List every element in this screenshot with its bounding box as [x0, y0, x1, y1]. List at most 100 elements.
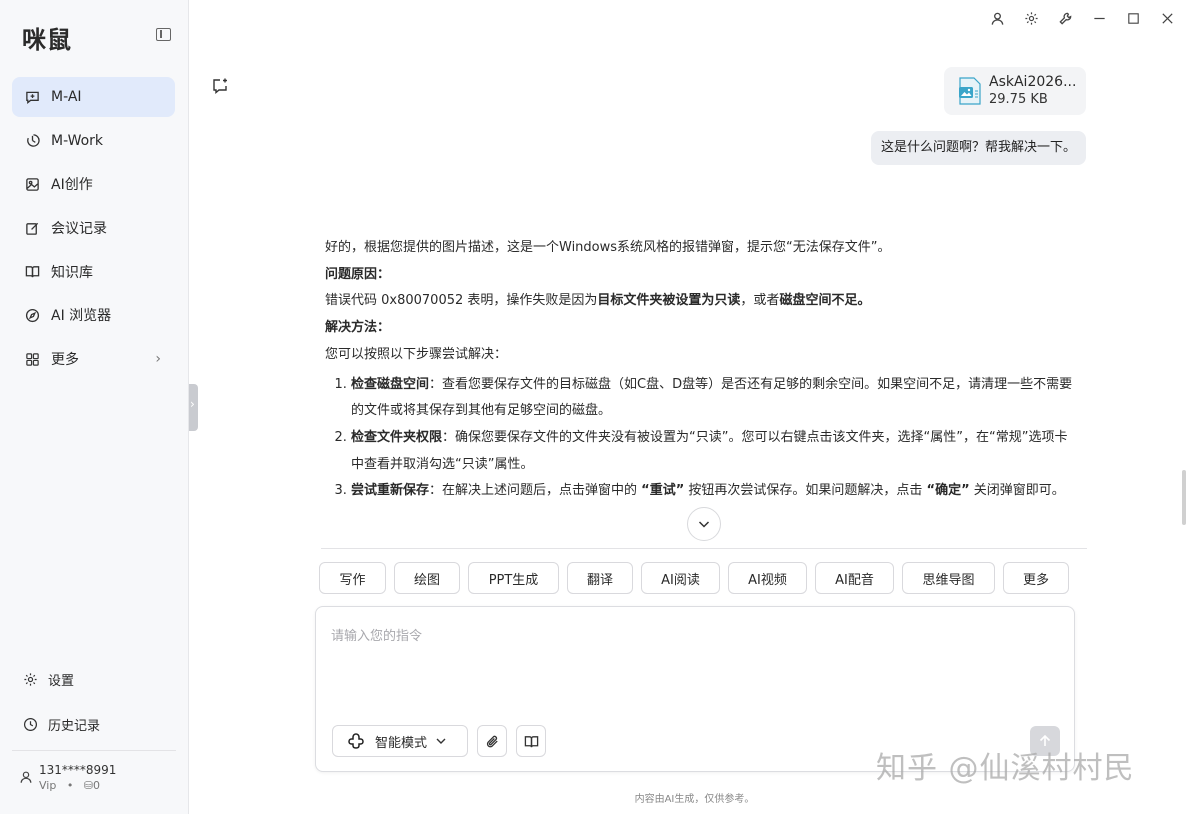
app-logo: 咪鼠: [22, 26, 72, 54]
sidebar-item-meeting[interactable]: 会议记录: [12, 208, 175, 248]
sidebar-item-label: M-Work: [51, 132, 104, 149]
step-sep: ：: [429, 483, 443, 499]
sidebar-item-label: 更多: [51, 352, 79, 369]
minimize-button[interactable]: [1082, 8, 1116, 28]
account-button[interactable]: [980, 8, 1014, 28]
image-icon: [24, 176, 40, 192]
sidebar-collapse-handle[interactable]: [189, 384, 198, 431]
sidebar-item-m-ai[interactable]: M-AI: [12, 77, 175, 117]
cause-heading: 问题原因：: [325, 266, 391, 282]
settings-button[interactable]: 设置: [12, 659, 175, 699]
book-icon: [524, 735, 538, 747]
sidebar: 咪鼠 M-AI M-Work AI创作 会议记录 知识库 AI 浏览器 更多 ›…: [0, 0, 189, 814]
sidebar-toggle-icon[interactable]: [156, 28, 171, 41]
gear-icon: [22, 671, 38, 687]
cause-bold-2: 磁盘空间不足。: [779, 293, 871, 309]
tool-ai-video[interactable]: AI视频: [728, 562, 807, 594]
attachment-size: 29.75 KB: [989, 92, 1048, 107]
step-title: 检查文件夹权限: [351, 429, 443, 445]
sidebar-item-label: 知识库: [51, 264, 93, 281]
step-text: 在解决上述问题后，点击弹窗中的: [442, 483, 642, 499]
step-item: 检查文件夹权限：确保您要保存文件的文件夹没有被设置为“只读”。您可以右键点击该文…: [351, 425, 1080, 478]
tool-drawing[interactable]: 绘图: [394, 562, 460, 594]
step-item: 尝试重新保存：在解决上述问题后，点击弹窗中的 “重试” 按钮再次尝试保存。如果问…: [351, 478, 1080, 505]
mode-label: 智能模式: [375, 735, 428, 751]
tools-button[interactable]: [1048, 8, 1082, 28]
cause-mid: ，或者: [740, 293, 780, 309]
maximize-icon: [1127, 12, 1139, 24]
step-text: 查看您要保存文件的目标磁盘（如C盘、D盘等）是否还有足够的剩余空间。如果空间不足…: [351, 376, 1073, 419]
history-button[interactable]: 历史记录: [12, 704, 175, 744]
wrench-icon: [1058, 12, 1071, 25]
sidebar-item-m-work[interactable]: M-Work: [12, 121, 175, 161]
chevron-down-icon: [436, 738, 446, 744]
knowledge-button[interactable]: [516, 725, 546, 757]
step-item: 检查磁盘空间：查看您要保存文件的目标磁盘（如C盘、D盘等）是否还有足够的剩余空间…: [351, 372, 1080, 425]
sidebar-item-more[interactable]: 更多 ›: [12, 339, 175, 379]
chat-divider: [321, 548, 1087, 549]
settings-top-button[interactable]: [1014, 8, 1048, 28]
maximize-button[interactable]: [1116, 8, 1150, 28]
tool-writing[interactable]: 写作: [319, 562, 386, 594]
step-bold: “确定”: [926, 483, 970, 499]
cause-bold-1: 目标文件夹被设置为只读: [597, 293, 741, 309]
paperclip-icon: [486, 735, 498, 747]
cause-paragraph: 错误代码 0x80070052 表明，操作失败是因为目标文件夹被设置为只读，或者…: [325, 288, 1080, 315]
edit-icon: [24, 220, 40, 236]
step-title: 检查磁盘空间: [351, 376, 430, 392]
chevron-down-icon: [698, 521, 710, 528]
sidebar-divider: [12, 750, 176, 751]
grid-icon: [24, 351, 40, 367]
sidebar-nav: M-AI M-Work AI创作 会议记录 知识库 AI 浏览器 更多 ›: [12, 77, 175, 383]
gear-icon: [1024, 11, 1038, 25]
sidebar-item-ai-create[interactable]: AI创作: [12, 164, 175, 204]
attach-button[interactable]: [477, 725, 507, 757]
sidebar-item-knowledge[interactable]: 知识库: [12, 252, 175, 292]
step-bold: “重试”: [641, 483, 685, 499]
tool-more[interactable]: 更多: [1003, 562, 1069, 594]
tool-ai-voice[interactable]: AI配音: [815, 562, 894, 594]
sidebar-item-browser[interactable]: AI 浏览器: [12, 295, 175, 335]
tool-ai-reading[interactable]: AI阅读: [641, 562, 720, 594]
chevron-right-icon: ›: [155, 351, 161, 368]
step-text: 按钮再次尝试保存。如果问题解决，点击: [684, 483, 927, 499]
mode-icon: [348, 733, 364, 749]
compass-icon: [24, 307, 40, 323]
scrollbar-thumb[interactable]: [1182, 470, 1186, 525]
prompt-input[interactable]: 请输入您的指令: [331, 625, 422, 644]
tool-ppt[interactable]: PPT生成: [468, 562, 559, 594]
ai-disclaimer: 内容由AI生成，仅供参考。: [634, 794, 755, 805]
image-file-icon: [957, 77, 983, 105]
sidebar-item-label: AI 浏览器: [51, 308, 112, 325]
window-controls: [980, 8, 1184, 28]
new-chat-icon[interactable]: [211, 77, 229, 95]
tool-bar: 写作 绘图 PPT生成 翻译 AI阅读 AI视频 AI配音 思维导图 更多: [319, 562, 1077, 594]
mode-selector[interactable]: 智能模式: [332, 725, 468, 757]
sidebar-item-label: M-AI: [51, 89, 82, 105]
scroll-to-bottom-button[interactable]: [687, 507, 721, 541]
solution-heading: 解决方法：: [325, 320, 391, 336]
tool-translate[interactable]: 翻译: [567, 562, 633, 594]
answer-intro: 好的，根据您提供的图片描述，这是一个Windows系统风格的报错弹窗，提示您“无…: [325, 240, 891, 255]
ai-answer: 好的，根据您提供的图片描述，这是一个Windows系统风格的报错弹窗，提示您“无…: [325, 235, 1080, 505]
chat-icon: [24, 89, 40, 105]
sidebar-item-label: AI创作: [51, 177, 93, 194]
tool-mindmap[interactable]: 思维导图: [902, 562, 995, 594]
step-sep: ：: [442, 429, 456, 445]
attachment-name: AskAi2026...: [989, 74, 1077, 90]
step-title: 尝试重新保存: [351, 483, 430, 499]
history-label: 历史记录: [48, 718, 101, 734]
step-text: 确保您要保存文件的文件夹没有被设置为“只读”。您可以右键点击该文件夹，选择“属性…: [351, 429, 1068, 472]
watermark: 知乎 @仙溪村村民: [876, 751, 1135, 786]
close-button[interactable]: [1150, 8, 1184, 28]
solution-intro: 您可以按照以下步骤尝试解决：: [325, 346, 508, 362]
step-text: 关闭弹窗即可。: [969, 483, 1065, 499]
solution-steps: 检查磁盘空间：查看您要保存文件的目标磁盘（如C盘、D盘等）是否还有足够的剩余空间…: [351, 372, 1080, 506]
sidebar-bottom: 设置 历史记录: [12, 659, 175, 749]
user-icon: [20, 771, 32, 783]
attachment-card[interactable]: AskAi2026... 29.75 KB: [944, 67, 1086, 115]
book-icon: [24, 264, 40, 280]
user-name: 131****8991: [39, 763, 117, 777]
step-sep: ：: [429, 376, 443, 392]
settings-label: 设置: [48, 673, 75, 689]
